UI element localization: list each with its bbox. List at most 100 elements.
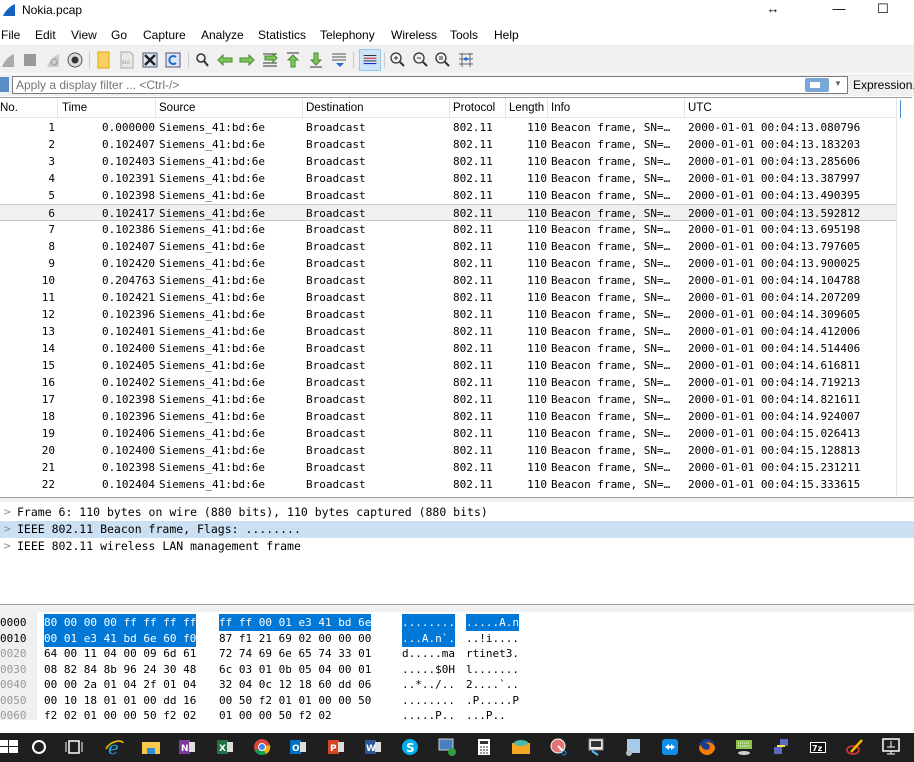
windows-start-icon[interactable] <box>0 737 20 757</box>
packet-row[interactable]: 13 0.102401 Siemens_41:bd:6e Broadcast 802.1… <box>0 323 896 340</box>
normal-size-icon[interactable] <box>434 51 452 69</box>
packet-row[interactable]: 7 0.102386 Siemens_41:bd:6e Broadcast 802.11… <box>0 221 896 238</box>
keyboard-app-icon[interactable] <box>734 737 754 757</box>
column-header-no[interactable]: No. <box>0 102 18 114</box>
internet-explorer-icon[interactable]: e <box>105 737 125 757</box>
network-tool-icon[interactable] <box>586 737 606 757</box>
packet-row[interactable]: 4 0.102391 Siemens_41:bd:6e Broadcast 802.11… <box>0 170 896 187</box>
network-display-icon[interactable] <box>881 737 901 757</box>
cortana-search-icon[interactable] <box>29 737 49 757</box>
first-packet-icon[interactable] <box>284 51 302 69</box>
details-item-frame[interactable]: > Frame 6: 110 bytes on wire (880 bits),… <box>0 504 914 521</box>
expand-chevron-right-icon[interactable]: > <box>3 538 11 555</box>
menu-capture[interactable]: Capture <box>143 28 186 42</box>
menu-file[interactable]: File <box>1 28 20 42</box>
column-divider[interactable] <box>302 98 303 118</box>
skype-icon[interactable]: S <box>400 737 420 757</box>
menu-tools[interactable]: Tools <box>450 28 478 42</box>
file-explorer-icon[interactable] <box>141 737 161 757</box>
zoom-out-icon[interactable] <box>412 51 430 69</box>
pane-splitter[interactable] <box>0 604 914 612</box>
go-forward-icon[interactable] <box>238 51 256 69</box>
column-divider[interactable] <box>684 98 685 118</box>
firefox-icon[interactable] <box>697 737 717 757</box>
packet-row[interactable]: 14 0.102400 Siemens_41:bd:6e Broadcast 802.1… <box>0 340 896 357</box>
expand-chevron-right-icon[interactable]: > <box>3 521 11 538</box>
display-filter-input[interactable] <box>12 76 848 94</box>
task-view-icon[interactable] <box>64 737 84 757</box>
expression-button[interactable]: Expression... <box>853 78 914 92</box>
packet-row[interactable]: 11 0.102421 Siemens_41:bd:6e Broadcast 802.1… <box>0 289 896 306</box>
packet-row[interactable]: 12 0.102396 Siemens_41:bd:6e Broadcast 802.1… <box>0 306 896 323</box>
snipping-tool-icon[interactable] <box>549 737 569 757</box>
menu-telephony[interactable]: Telephony <box>320 28 375 42</box>
zoom-in-icon[interactable] <box>389 51 407 69</box>
packet-row[interactable]: 3 0.102403 Siemens_41:bd:6e Broadcast 802.11… <box>0 153 896 170</box>
column-divider[interactable] <box>505 98 506 118</box>
details-item-wlan-management[interactable]: > IEEE 802.11 wireless LAN management fr… <box>0 538 914 555</box>
column-divider[interactable] <box>57 98 58 118</box>
column-header-length[interactable]: Length <box>509 102 544 114</box>
packet-row[interactable]: 6 0.102417 Siemens_41:bd:6e Broadcast 802.11… <box>0 204 896 221</box>
go-back-icon[interactable] <box>216 51 234 69</box>
packet-row[interactable]: 8 0.102407 Siemens_41:bd:6e Broadcast 802.11… <box>0 238 896 255</box>
packet-list-scrollbar[interactable] <box>896 98 912 497</box>
filter-history-chevron-down-icon[interactable]: ▼ <box>834 79 844 91</box>
hex-dump-row[interactable]: 0050 00 10 18 01 01 00 dd 16 00 50 f2 01 0… <box>0 692 914 709</box>
packet-row[interactable]: 15 0.102405 Siemens_41:bd:6e Broadcast 802.1… <box>0 357 896 374</box>
column-divider[interactable] <box>449 98 450 118</box>
apply-filter-button[interactable] <box>805 78 829 92</box>
packet-row[interactable]: 17 0.102398 Siemens_41:bd:6e Broadcast 802.1… <box>0 391 896 408</box>
onenote-icon[interactable]: N <box>177 737 197 757</box>
maximize-button[interactable]: ☐ <box>868 0 898 20</box>
menu-go[interactable]: Go <box>111 28 127 42</box>
expand-chevron-right-icon[interactable]: > <box>3 504 11 521</box>
filter-bookmark-icon[interactable] <box>0 77 9 92</box>
packet-row[interactable]: 10 0.204763 Siemens_41:bd:6e Broadcast 802.1… <box>0 272 896 289</box>
details-item-ieee80211-beacon[interactable]: > IEEE 802.11 Beacon frame, Flags: .....… <box>0 521 914 538</box>
column-divider[interactable] <box>547 98 548 118</box>
packet-row[interactable]: 16 0.102402 Siemens_41:bd:6e Broadcast 802.1… <box>0 374 896 391</box>
close-file-icon[interactable] <box>141 51 159 69</box>
resize-columns-icon[interactable] <box>457 51 475 69</box>
packet-row[interactable]: 22 0.102404 Siemens_41:bd:6e Broadcast 802.1… <box>0 476 896 493</box>
auto-scroll-icon[interactable] <box>330 51 348 69</box>
network-connect-icon[interactable] <box>771 737 791 757</box>
menu-edit[interactable]: Edit <box>35 28 56 42</box>
resize-icon[interactable]: ↔ <box>758 0 788 20</box>
menu-statistics[interactable]: Statistics <box>258 28 306 42</box>
hex-dump-row[interactable]: 0020 64 00 11 04 00 09 6d 61 72 74 69 6e 6… <box>0 645 914 662</box>
menu-help[interactable]: Help <box>494 28 519 42</box>
folder-app-icon[interactable] <box>511 737 531 757</box>
packet-row[interactable]: 2 0.102407 Siemens_41:bd:6e Broadcast 802.11… <box>0 136 896 153</box>
packet-row[interactable]: 9 0.102420 Siemens_41:bd:6e Broadcast 802.11… <box>0 255 896 272</box>
hex-dump-row[interactable]: 0040 00 00 2a 01 04 2f 01 04 32 04 0c 12 1… <box>0 676 914 693</box>
teamviewer-icon[interactable] <box>660 737 680 757</box>
pane-splitter[interactable] <box>0 497 914 502</box>
column-header-utc[interactable]: UTC <box>688 102 712 114</box>
column-header-source[interactable]: Source <box>159 102 195 114</box>
packet-row[interactable]: 19 0.102406 Siemens_41:bd:6e Broadcast 802.1… <box>0 425 896 442</box>
remote-desktop-icon[interactable] <box>437 737 457 757</box>
menu-view[interactable]: View <box>71 28 97 42</box>
scrollbar-thumb[interactable] <box>900 100 901 118</box>
restart-capture-icon[interactable] <box>44 51 62 69</box>
menu-analyze[interactable]: Analyze <box>201 28 244 42</box>
stop-capture-icon[interactable] <box>21 51 39 69</box>
column-header-time[interactable]: Time <box>62 102 87 114</box>
7zip-icon[interactable]: 7z <box>808 737 828 757</box>
hex-dump-row[interactable]: 0000 80 00 00 00 ff ff ff ff ff ff 00 01 e… <box>0 614 914 631</box>
packet-row[interactable]: 20 0.102400 Siemens_41:bd:6e Broadcast 802.1… <box>0 442 896 459</box>
capture-options-icon[interactable] <box>66 51 84 69</box>
go-to-packet-icon[interactable] <box>261 51 279 69</box>
last-packet-icon[interactable] <box>307 51 325 69</box>
packet-row[interactable]: 1 0.000000 Siemens_41:bd:6e Broadcast 802.11… <box>0 119 896 136</box>
hex-dump-row[interactable]: 0030 08 82 84 8b 96 24 30 48 6c 03 01 0b 0… <box>0 661 914 678</box>
find-packet-icon[interactable] <box>194 51 212 69</box>
file-tool-icon[interactable] <box>623 737 643 757</box>
packet-row[interactable]: 5 0.102398 Siemens_41:bd:6e Broadcast 802.11… <box>0 187 896 204</box>
calculator-icon[interactable] <box>474 737 494 757</box>
reload-file-icon[interactable] <box>164 51 182 69</box>
save-file-icon[interactable]: 010 <box>118 51 136 69</box>
outlook-icon[interactable]: O <box>288 737 308 757</box>
